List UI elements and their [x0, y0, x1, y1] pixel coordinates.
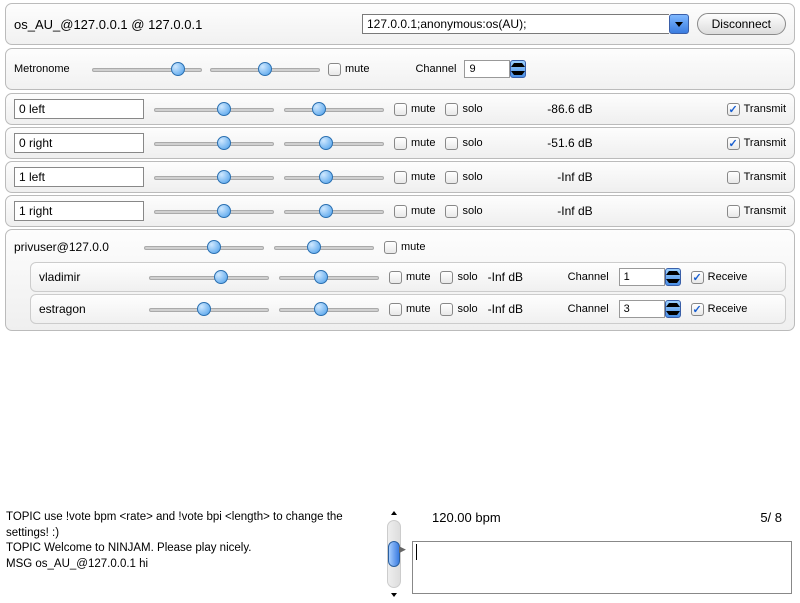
local-channel-row: mute solo -Inf dB Transmit: [5, 161, 795, 193]
remote-ch-solo-check[interactable]: solo: [440, 303, 477, 316]
channel-pan-slider[interactable]: [284, 101, 384, 117]
channel-pan-slider[interactable]: [284, 135, 384, 151]
caret-right-icon: ▶: [399, 544, 406, 555]
remote-username: privuser@127.0.0: [14, 240, 134, 254]
channel-db-readout: -51.6 dB: [493, 136, 593, 150]
channel-db-readout: -Inf dB: [493, 204, 593, 218]
stepper-down-icon[interactable]: [511, 69, 525, 77]
metronome-channel-stepper[interactable]: 9: [464, 60, 526, 78]
scroll-down-icon[interactable]: [387, 590, 401, 600]
chevron-down-icon: [675, 22, 683, 27]
local-channel-row: mute solo -Inf dB Transmit: [5, 195, 795, 227]
channel-transmit-check[interactable]: ✓Transmit: [727, 103, 786, 116]
disconnect-button[interactable]: Disconnect: [697, 13, 786, 35]
channel-mute-check[interactable]: mute: [394, 171, 435, 184]
metronome-panel: Metronome mute Channel 9: [5, 48, 795, 90]
channel-solo-check[interactable]: solo: [445, 171, 482, 184]
remote-channel-name: vladimir: [39, 270, 139, 284]
remote-ch-vol-slider[interactable]: [149, 269, 269, 285]
remote-ch-receive-check[interactable]: ✓Receive: [691, 303, 748, 316]
metronome-vol-slider[interactable]: [92, 61, 202, 77]
channel-db-readout: -Inf dB: [493, 170, 593, 184]
channel-vol-slider[interactable]: [154, 135, 274, 151]
remote-ch-pan-slider[interactable]: [279, 269, 379, 285]
server-dropdown-button[interactable]: [669, 14, 689, 34]
metronome-mute-check[interactable]: mute: [328, 63, 369, 76]
channel-name-input[interactable]: [14, 201, 144, 221]
remote-ch-mute-check[interactable]: mute: [389, 303, 430, 316]
metronome-label: Metronome: [14, 63, 84, 75]
remote-ch-mute-check[interactable]: mute: [389, 271, 430, 284]
metronome-channel-label: Channel: [415, 63, 456, 75]
remote-ch-db: -Inf dB: [488, 270, 558, 284]
remote-user-panel: privuser@127.0.0 mute vladimir mute solo -I…: [5, 229, 795, 331]
channel-db-readout: -86.6 dB: [493, 102, 593, 116]
channel-transmit-check[interactable]: Transmit: [727, 205, 786, 218]
remote-ch-channel-label: Channel: [568, 303, 609, 315]
chat-line: TOPIC Welcome to NINJAM. Please play nic…: [6, 541, 380, 557]
channel-solo-check[interactable]: solo: [445, 103, 482, 116]
remote-channel-name: estragon: [39, 302, 139, 316]
channel-mute-check[interactable]: mute: [394, 205, 435, 218]
scroll-up-icon[interactable]: [387, 508, 401, 518]
remote-pan-slider[interactable]: [274, 239, 374, 255]
channel-mute-check[interactable]: mute: [394, 103, 435, 116]
remote-ch-receive-check[interactable]: ✓Receive: [691, 271, 748, 284]
remote-channel-row: vladimir mute solo -Inf dB Channel 1 ✓Receive: [30, 262, 786, 292]
server-input[interactable]: [362, 14, 669, 34]
remote-vol-slider[interactable]: [144, 239, 264, 255]
connection-title: os_AU_@127.0.0.1 @ 127.0.0.1: [14, 17, 354, 32]
channel-pan-slider[interactable]: [284, 203, 384, 219]
remote-ch-channel-stepper[interactable]: 3: [619, 300, 681, 318]
stepper-up-icon[interactable]: [511, 61, 525, 69]
chat-input[interactable]: ▶: [412, 541, 792, 594]
remote-ch-channel-label: Channel: [568, 271, 609, 283]
channel-name-input[interactable]: [14, 133, 144, 153]
bottom-bar: TOPIC use !vote bpm <rate> and !vote bpi…: [0, 504, 800, 600]
server-combo[interactable]: [362, 14, 689, 34]
remote-mute-check[interactable]: mute: [384, 241, 425, 254]
local-channel-row: mute solo -86.6 dB ✓Transmit: [5, 93, 795, 125]
remote-ch-db: -Inf dB: [488, 302, 558, 316]
chat-line: TOPIC use !vote bpm <rate> and !vote bpi…: [6, 510, 380, 541]
channel-mute-check[interactable]: mute: [394, 137, 435, 150]
remote-channel-row: estragon mute solo -Inf dB Channel 3 ✓Receive: [30, 294, 786, 324]
bpm-display: 120.00 bpm: [432, 510, 501, 525]
metronome-pan-slider[interactable]: [210, 61, 320, 77]
remote-ch-solo-check[interactable]: solo: [440, 271, 477, 284]
remote-ch-channel-stepper[interactable]: 1: [619, 268, 681, 286]
header-panel: os_AU_@127.0.0.1 @ 127.0.0.1 Disconnect: [5, 3, 795, 45]
remote-ch-pan-slider[interactable]: [279, 301, 379, 317]
channel-name-input[interactable]: [14, 167, 144, 187]
channel-name-input[interactable]: [14, 99, 144, 119]
channel-solo-check[interactable]: solo: [445, 205, 482, 218]
time-sig-display: 5/ 8: [760, 510, 782, 525]
remote-ch-vol-slider[interactable]: [149, 301, 269, 317]
chat-log: TOPIC use !vote bpm <rate> and !vote bpi…: [0, 504, 384, 600]
channel-vol-slider[interactable]: [154, 101, 274, 117]
channel-vol-slider[interactable]: [154, 169, 274, 185]
local-channel-row: mute solo -51.6 dB ✓Transmit: [5, 127, 795, 159]
channel-transmit-check[interactable]: ✓Transmit: [727, 137, 786, 150]
channel-vol-slider[interactable]: [154, 203, 274, 219]
channel-pan-slider[interactable]: [284, 169, 384, 185]
channel-transmit-check[interactable]: Transmit: [727, 171, 786, 184]
channel-solo-check[interactable]: solo: [445, 137, 482, 150]
chat-line: MSG os_AU_@127.0.0.1 hi: [6, 557, 380, 573]
